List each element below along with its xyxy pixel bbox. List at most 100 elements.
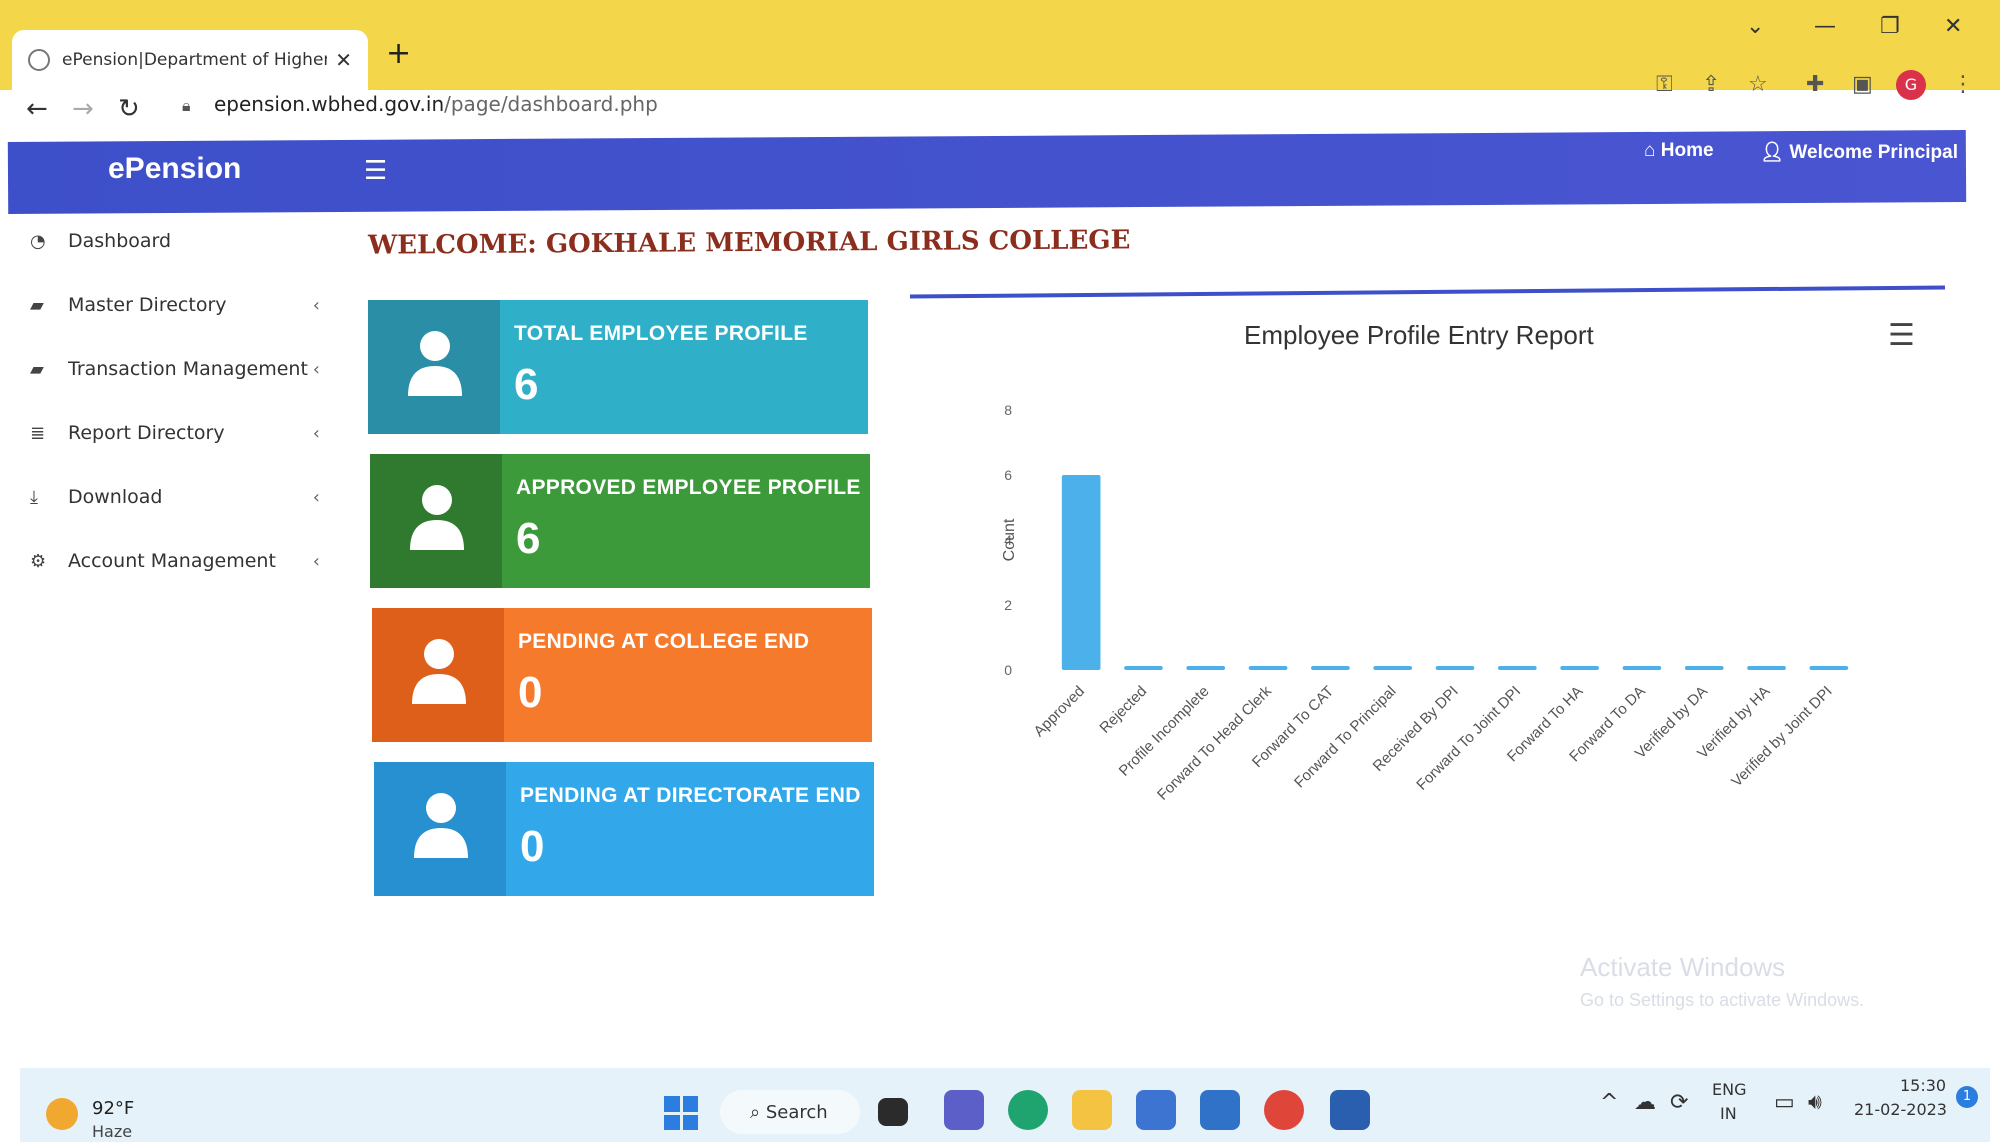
chart-bar: [1747, 666, 1786, 670]
network-icon[interactable]: ▭: [1774, 1090, 1795, 1115]
chevron-left-icon: ‹: [312, 358, 320, 380]
card-value: 0: [520, 822, 545, 871]
sidebar-item-transaction-management[interactable]: ▰ Transaction Management ‹: [30, 358, 320, 380]
y-tick-label: 8: [1004, 402, 1012, 418]
star-icon[interactable]: ☆: [1748, 72, 1768, 97]
chart-bar: [1560, 666, 1599, 670]
screen: ePension|Department of Higher ✕ + ⌄ — ❐ …: [0, 0, 2000, 1146]
reload-icon[interactable]: ↻: [118, 94, 140, 124]
chart-bar: [1435, 666, 1475, 670]
chart-bar: [1124, 666, 1163, 670]
minimize-icon[interactable]: —: [1814, 14, 1836, 39]
card-value: 6: [516, 514, 541, 563]
user-icon: 👤︎: [1760, 142, 1790, 163]
new-tab-button[interactable]: +: [386, 36, 411, 71]
search-label: Search: [765, 1101, 828, 1123]
home-link[interactable]: ⌂ Home: [1644, 140, 1714, 162]
cloud-icon[interactable]: ☁: [1634, 1090, 1656, 1115]
edge-icon[interactable]: [1008, 1090, 1048, 1130]
globe-icon: [28, 49, 50, 71]
volume-icon[interactable]: 🔊︎: [1808, 1090, 1822, 1115]
chart-panel-border: [910, 285, 1945, 299]
x-tick-label: Rejected: [1096, 683, 1150, 737]
clock-time[interactable]: 15:30: [1900, 1076, 1946, 1095]
notification-badge[interactable]: 1: [1956, 1086, 1978, 1108]
gears-icon: ⚙: [30, 550, 47, 572]
close-window-icon[interactable]: ✕: [1944, 14, 1962, 39]
clock-date[interactable]: 21-02-2023: [1854, 1100, 1947, 1119]
user-menu[interactable]: 👤︎ Welcome Principal: [1760, 140, 1958, 164]
stat-card-total[interactable]: TOTAL EMPLOYEE PROFILE 6: [368, 300, 868, 434]
mail-icon[interactable]: [1200, 1090, 1240, 1130]
chart-bar: [1497, 666, 1537, 670]
back-icon[interactable]: ←: [26, 94, 48, 124]
chat-icon[interactable]: [944, 1090, 984, 1130]
user-icon: [414, 793, 468, 858]
chart-bar: [1684, 666, 1724, 670]
stat-card-approved[interactable]: APPROVED EMPLOYEE PROFILE 6: [370, 454, 870, 588]
page-title: WELCOME: GOKHALE MEMORIAL GIRLS COLLEGE: [367, 225, 1131, 261]
brand-logo[interactable]: ePension: [108, 152, 241, 186]
sidebar-item-dashboard[interactable]: ◔ Dashboard: [30, 230, 320, 252]
user-icon: [412, 639, 466, 704]
chevron-left-icon: ‹: [312, 550, 320, 572]
sidebar-item-account-management[interactable]: ⚙ Account Management ‹: [30, 550, 320, 572]
lock-icon[interactable]: 🔒︎: [182, 96, 191, 116]
browser-menu-icon[interactable]: ⋮: [1952, 72, 1974, 97]
browser-tab[interactable]: ePension|Department of Higher ✕: [12, 30, 368, 90]
forward-icon[interactable]: →: [72, 94, 94, 124]
extensions-icon[interactable]: ✚: [1806, 72, 1824, 97]
chevron-up-icon[interactable]: ^: [1600, 1090, 1618, 1115]
weather-condition: Haze: [92, 1122, 133, 1141]
windows-start-icon[interactable]: [664, 1096, 698, 1130]
sidebar-item-master-directory[interactable]: ▰ Master Directory ‹: [30, 294, 320, 316]
store-icon[interactable]: [1136, 1090, 1176, 1130]
chevron-left-icon: ‹: [312, 486, 320, 508]
sidepanel-icon[interactable]: ▣: [1852, 72, 1873, 97]
chevron-down-icon[interactable]: ⌄: [1746, 14, 1764, 39]
file-explorer-dark-icon[interactable]: [878, 1098, 908, 1126]
word-icon[interactable]: [1330, 1090, 1370, 1130]
weather-temperature[interactable]: 92°F: [92, 1098, 134, 1119]
activation-watermark: Activate Windows: [1580, 952, 1786, 982]
chart-bar: [1061, 475, 1101, 670]
y-tick-label: 0: [1004, 662, 1012, 678]
card-body: [506, 762, 874, 896]
language-code[interactable]: ENG: [1712, 1080, 1746, 1099]
card-value: 6: [514, 360, 539, 409]
sidebar-item-label: Transaction Management: [68, 358, 308, 380]
x-tick-label: Forward To Principal: [1291, 683, 1400, 792]
profile-avatar[interactable]: G: [1896, 70, 1926, 100]
chart-bar: [1248, 666, 1288, 670]
card-label: TOTAL EMPLOYEE PROFILE: [514, 322, 808, 345]
url-path: /page/dashboard.php: [444, 92, 658, 116]
close-tab-icon[interactable]: ✕: [335, 48, 352, 72]
sidebar-item-download[interactable]: ⤓ Download ‹: [30, 486, 320, 508]
taskbar: [20, 1068, 1990, 1142]
chart-title: Employee Profile Entry Report: [1244, 320, 1594, 350]
language-region[interactable]: IN: [1720, 1104, 1737, 1123]
sidebar-item-report-directory[interactable]: ≣ Report Directory ‹: [30, 422, 320, 444]
folder-icon[interactable]: [1072, 1090, 1112, 1130]
key-icon[interactable]: ⚿: [1656, 72, 1673, 97]
taskbar-search[interactable]: ⌕ Search: [720, 1090, 860, 1134]
share-icon[interactable]: ⇪: [1702, 72, 1720, 97]
restore-icon[interactable]: ❐: [1880, 14, 1900, 39]
sun-icon[interactable]: [46, 1098, 78, 1130]
welcome-label: Welcome Principal: [1789, 142, 1959, 163]
sidebar-item-label: Report Directory: [68, 422, 225, 444]
tab-title: ePension|Department of Higher: [62, 50, 328, 70]
sidebar-item-label: Download: [68, 486, 163, 508]
sidebar-item-label: Dashboard: [68, 230, 172, 252]
address-bar[interactable]: epension.wbhed.gov.in/page/dashboard.php: [214, 92, 658, 116]
chart-bar: [1373, 666, 1413, 670]
stat-card-pending-directorate[interactable]: PENDING AT DIRECTORATE END 0: [374, 762, 874, 896]
x-tick-label: Forward To Head Clerk: [1154, 682, 1275, 803]
chart-bar: [1622, 666, 1662, 670]
chrome-icon[interactable]: [1264, 1090, 1304, 1130]
sidebar-toggle-icon[interactable]: ☰: [364, 156, 387, 186]
chart-menu-icon[interactable]: ☰: [1888, 318, 1915, 353]
y-tick-label: 2: [1004, 597, 1012, 613]
stat-card-pending-college[interactable]: PENDING AT COLLEGE END 0: [372, 608, 872, 742]
sync-icon[interactable]: ⟳: [1670, 1090, 1688, 1115]
